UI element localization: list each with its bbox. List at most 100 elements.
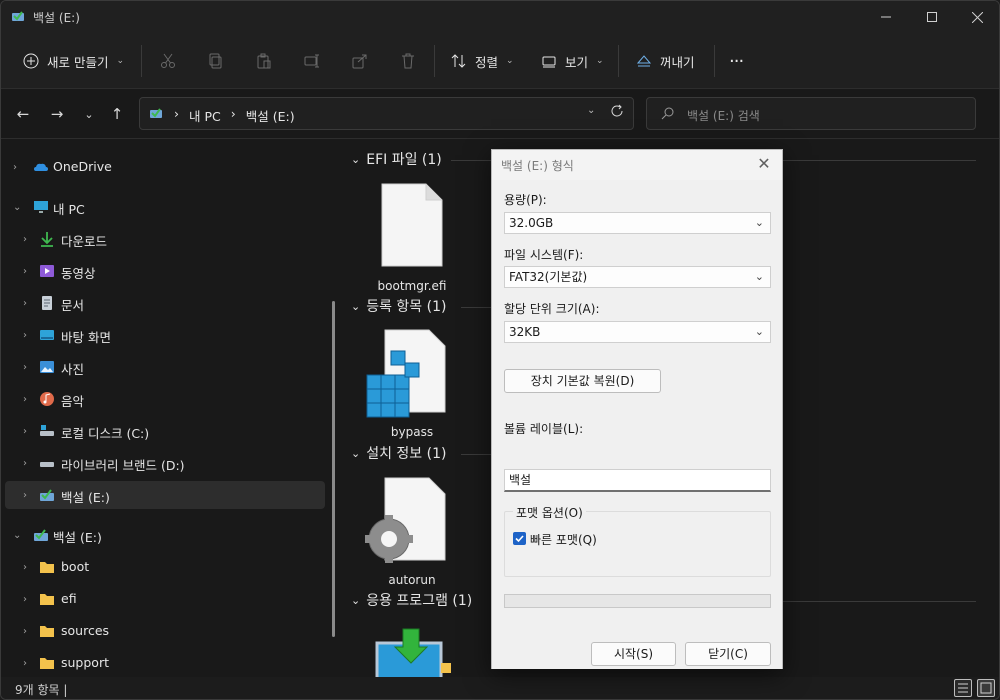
divider bbox=[141, 45, 142, 77]
chevron-right-icon[interactable]: › bbox=[23, 626, 27, 637]
chevron-right-icon[interactable]: › bbox=[23, 594, 27, 605]
eject-button[interactable]: 꺼내기 bbox=[636, 45, 695, 77]
chevron-right-icon: › bbox=[230, 106, 236, 121]
sidebar-item-local-disk-c[interactable]: › 로컬 디스크 (C:) bbox=[1, 417, 325, 445]
sidebar-item-this-pc[interactable]: ⌄ 내 PC bbox=[1, 193, 325, 221]
chevron-right-icon[interactable]: › bbox=[23, 234, 27, 245]
sidebar-item-downloads[interactable]: › 다운로드 bbox=[1, 225, 325, 253]
delete-icon[interactable] bbox=[396, 49, 420, 73]
breadcrumb-item[interactable]: 백설 (E:) bbox=[246, 106, 295, 125]
recent-locations-button[interactable]: ⌄ bbox=[77, 102, 101, 126]
capacity-select[interactable]: 32.0GB ⌄ bbox=[504, 212, 771, 234]
chevron-down-icon: ⌄ bbox=[754, 270, 764, 283]
start-button[interactable]: 시작(S) bbox=[591, 642, 676, 666]
divider bbox=[461, 454, 491, 455]
plus-circle-icon bbox=[23, 53, 39, 69]
large-icons-view-button[interactable] bbox=[977, 679, 995, 697]
refresh-icon[interactable] bbox=[610, 104, 624, 121]
chevron-right-icon[interactable]: › bbox=[23, 394, 27, 405]
minimize-button[interactable] bbox=[863, 1, 909, 33]
sidebar-item-baekseol-e-root[interactable]: ⌄ 백설 (E:) bbox=[1, 521, 325, 549]
sidebar-item-baekseol-e[interactable]: › 백설 (E:) bbox=[5, 481, 325, 509]
sidebar-item-onedrive[interactable]: › OneDrive bbox=[1, 153, 325, 181]
paste-icon[interactable] bbox=[252, 49, 276, 73]
sidebar-item-label: sources bbox=[61, 623, 110, 638]
maximize-button[interactable] bbox=[909, 1, 955, 33]
group-header-setup-info[interactable]: ⌄ 설치 정보 (1) bbox=[351, 443, 446, 463]
breadcrumb-item[interactable]: 내 PC bbox=[189, 106, 221, 125]
chevron-right-icon[interactable]: › bbox=[13, 162, 17, 173]
up-button[interactable]: ↑ bbox=[105, 102, 129, 126]
sidebar-item-music[interactable]: › 음악 bbox=[1, 385, 325, 413]
allocation-unit-select[interactable]: 32KB ⌄ bbox=[504, 321, 771, 343]
cut-icon[interactable] bbox=[156, 49, 180, 73]
chevron-down-icon: ⌄ bbox=[351, 299, 361, 313]
group-header-efi[interactable]: ⌄ EFI 파일 (1) bbox=[351, 149, 442, 169]
item-count: 9개 항목 | bbox=[15, 683, 68, 697]
chevron-right-icon[interactable]: › bbox=[23, 266, 27, 277]
view-button[interactable]: 보기 ⌄ bbox=[541, 45, 604, 77]
rename-icon[interactable] bbox=[300, 49, 324, 73]
navigation-bar: ← → ⌄ ↑ › 내 PC › 백설 (E:) ⌄ 백설 (E:) 검색 bbox=[1, 89, 999, 139]
chevron-right-icon[interactable]: › bbox=[23, 562, 27, 573]
chevron-right-icon[interactable]: › bbox=[23, 330, 27, 341]
close-button[interactable] bbox=[954, 1, 999, 33]
sidebar-item-desktop[interactable]: › 바탕 화면 bbox=[1, 321, 325, 349]
search-input[interactable]: 백설 (E:) 검색 bbox=[687, 107, 760, 124]
chevron-right-icon[interactable]: › bbox=[23, 658, 27, 669]
sidebar-item-efi[interactable]: › efi bbox=[1, 585, 325, 613]
group-title: EFI 파일 (1) bbox=[366, 152, 442, 168]
search-icon bbox=[661, 107, 674, 123]
sidebar-item-sources[interactable]: › sources bbox=[1, 617, 325, 645]
group-header-apps[interactable]: ⌄ 응용 프로그램 (1) bbox=[351, 590, 472, 610]
folder-icon bbox=[39, 623, 55, 639]
sidebar-item-label: OneDrive bbox=[53, 159, 112, 174]
copy-icon[interactable] bbox=[204, 49, 228, 73]
capacity-label: 용량(P): bbox=[504, 193, 547, 207]
chevron-right-icon[interactable]: › bbox=[23, 490, 27, 501]
chevron-down-icon[interactable]: ⌄ bbox=[13, 530, 21, 541]
sidebar-scrollbar[interactable] bbox=[332, 301, 335, 637]
quick-format-label: 빠른 포맷(Q) bbox=[530, 533, 597, 547]
chevron-right-icon[interactable]: › bbox=[23, 426, 27, 437]
dialog-close-icon[interactable]: ✕ bbox=[754, 154, 774, 174]
chevron-right-icon[interactable]: › bbox=[23, 458, 27, 469]
details-view-button[interactable] bbox=[954, 679, 972, 697]
chevron-right-icon[interactable]: › bbox=[23, 298, 27, 309]
sort-icon bbox=[451, 54, 466, 68]
chevron-down-icon: ⌄ bbox=[351, 446, 361, 460]
chevron-right-icon[interactable]: › bbox=[23, 362, 27, 373]
sidebar-item-boot[interactable]: › boot bbox=[1, 553, 325, 581]
view-label: 보기 bbox=[565, 54, 589, 70]
sidebar-item-documents[interactable]: › 문서 bbox=[1, 289, 325, 317]
more-button[interactable]: ··· bbox=[729, 45, 744, 77]
sidebar-item-library-d[interactable]: › 라이브러리 브랜드 (D:) bbox=[1, 449, 325, 477]
chevron-down-icon: ⌄ bbox=[506, 56, 514, 66]
volume-label-input[interactable]: 백설 bbox=[504, 469, 771, 492]
share-icon[interactable] bbox=[348, 49, 372, 73]
checkmark-icon bbox=[515, 535, 524, 543]
sidebar-item-support[interactable]: › support bbox=[1, 649, 325, 677]
sidebar-item-videos[interactable]: › 동영상 bbox=[1, 257, 325, 285]
search-box[interactable]: 백설 (E:) 검색 bbox=[646, 97, 976, 130]
quick-format-checkbox[interactable] bbox=[513, 532, 526, 545]
sort-button[interactable]: 정렬 ⌄ bbox=[451, 45, 514, 77]
eject-icon bbox=[636, 55, 652, 67]
forward-button[interactable]: → bbox=[45, 102, 69, 126]
address-bar[interactable]: › 내 PC › 백설 (E:) ⌄ bbox=[139, 97, 634, 130]
back-button[interactable]: ← bbox=[11, 102, 35, 126]
sidebar-item-pictures[interactable]: › 사진 bbox=[1, 353, 325, 381]
format-options-label: 포맷 옵션(O) bbox=[513, 504, 586, 521]
usb-drive-icon bbox=[149, 106, 163, 123]
chevron-right-icon: › bbox=[174, 106, 179, 121]
restore-defaults-button[interactable]: 장치 기본값 복원(D) bbox=[504, 369, 661, 393]
group-title: 설치 정보 (1) bbox=[366, 446, 447, 462]
close-dialog-button[interactable]: 닫기(C) bbox=[685, 642, 771, 666]
file-system-select[interactable]: FAT32(기본값) ⌄ bbox=[504, 266, 771, 288]
eject-label: 꺼내기 bbox=[660, 54, 695, 70]
navigation-pane: › OneDrive ⌄ 내 PC › 다운로드 › 동영상 › 문서 › 바탕… bbox=[1, 139, 331, 679]
new-button[interactable]: 새로 만들기 ⌄ bbox=[23, 45, 124, 77]
chevron-down-icon[interactable]: ⌄ bbox=[13, 202, 21, 213]
chevron-down-icon[interactable]: ⌄ bbox=[587, 105, 595, 116]
group-header-registry[interactable]: ⌄ 등록 항목 (1) bbox=[351, 296, 446, 316]
